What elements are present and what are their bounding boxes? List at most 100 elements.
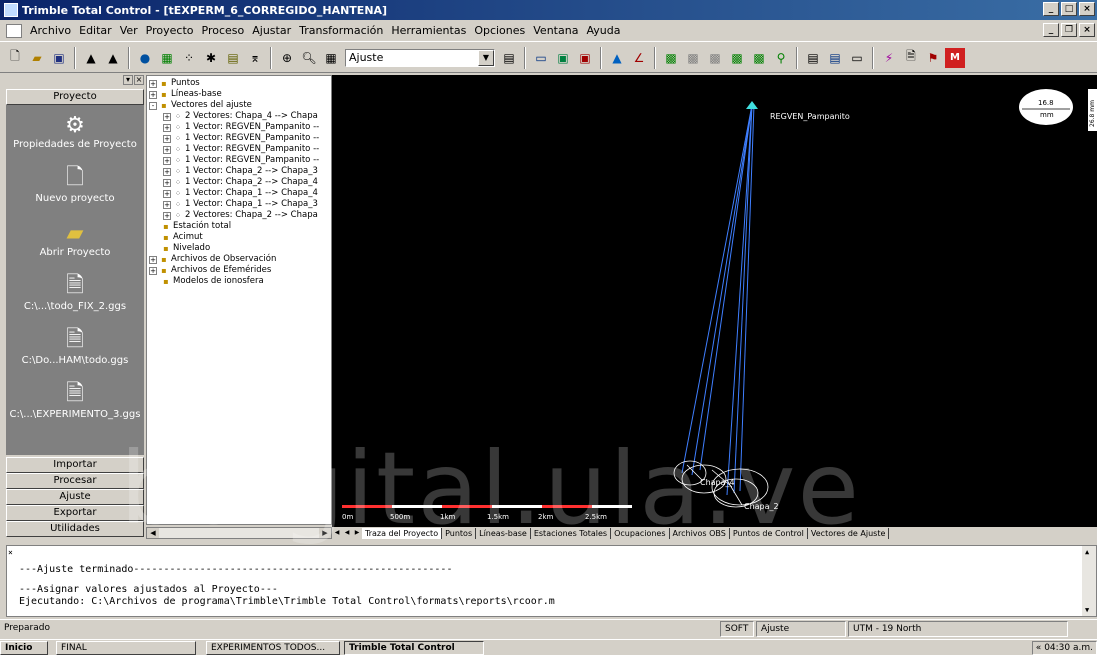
tab-lineas-base[interactable]: Líneas-base (476, 527, 531, 539)
tab-puntos-control[interactable]: Puntos de Control (730, 527, 808, 539)
export-icon[interactable]: ▲ (103, 48, 123, 68)
expand-icon[interactable]: + (163, 145, 171, 154)
open-folder-icon[interactable]: ▰ (27, 48, 47, 68)
m-icon[interactable]: M (945, 47, 965, 68)
doc-close-button[interactable]: × (1079, 23, 1095, 37)
task-final[interactable]: FINAL (56, 641, 196, 655)
expand-icon[interactable]: + (163, 123, 171, 132)
open-project-item[interactable]: ▰ Abrir Proyecto (6, 219, 144, 271)
panel-close-icon[interactable]: × (134, 75, 144, 85)
scroll-right-icon[interactable]: ▶ (319, 528, 331, 538)
zoom-icon[interactable]: 🔍︎ (299, 48, 319, 68)
menu-editar[interactable]: Editar (75, 24, 116, 37)
antenna-icon[interactable]: ⚲ (771, 48, 791, 68)
minimize-button[interactable]: _ (1043, 2, 1059, 16)
network-e-icon[interactable]: ▩ (749, 48, 769, 68)
project-header-button[interactable]: Proyecto (6, 89, 144, 105)
network-b-icon[interactable]: ▩ (683, 48, 703, 68)
zoom-in-icon[interactable]: ⊕ (277, 48, 297, 68)
exportar-button[interactable]: Exportar (6, 505, 144, 521)
tree-item[interactable]: + ⁘ 1 Vector: Chapa_1 --> Chapa_4 (149, 188, 329, 199)
recent-project-3[interactable]: 🗎 C:\...\EXPERIMENTO_3.ggs (6, 381, 144, 433)
print-icon[interactable]: ▤ (803, 48, 823, 68)
doc-minimize-button[interactable]: _ (1043, 23, 1059, 37)
save-icon[interactable]: ▣ (49, 48, 69, 68)
network-a-icon[interactable]: ▩ (661, 48, 681, 68)
start-button[interactable]: Inicio (0, 641, 48, 655)
expand-icon[interactable]: + (149, 79, 157, 88)
doc-restore-button[interactable]: ❐ (1061, 23, 1077, 37)
expand-icon[interactable]: + (163, 200, 171, 209)
menu-ver[interactable]: Ver (116, 24, 142, 37)
recent-project-2[interactable]: 🗎 C:\Do...HAM\todo.ggs (6, 327, 144, 379)
recent-project-1[interactable]: 🗎 C:\...\todo_FIX_2.ggs (6, 273, 144, 325)
menu-herramientas[interactable]: Herramientas (387, 24, 470, 37)
menu-transformacion[interactable]: Transformación (295, 24, 387, 37)
station-icon[interactable]: ▤ (223, 48, 243, 68)
menu-ayuda[interactable]: Ayuda (582, 24, 624, 37)
properties-icon[interactable]: ▤ (499, 48, 519, 68)
new-project-item[interactable]: 🗋 Nuevo proyecto (6, 165, 144, 217)
maximize-button[interactable]: □ (1061, 2, 1077, 16)
star-icon[interactable]: ✱ (201, 48, 221, 68)
tree-item[interactable]: + ▪ Archivos de Observación (149, 254, 329, 265)
expand-icon[interactable]: + (149, 90, 157, 99)
tree-item[interactable]: ▪ Modelos de ionosfera (149, 276, 329, 287)
tree-item[interactable]: + ⁘ 1 Vector: REGVEN_Pampanito -- (149, 144, 329, 155)
close-button[interactable]: × (1079, 2, 1095, 16)
monitor-icon[interactable]: ▭ (847, 48, 867, 68)
task-experimentos[interactable]: EXPERIMENTOS TODOS... (206, 641, 340, 655)
tree-item[interactable]: + ⁘ 2 Vectores: Chapa_2 --> Chapa (149, 210, 329, 221)
tree-item[interactable]: + ⁘ 1 Vector: Chapa_2 --> Chapa_3 (149, 166, 329, 177)
tree-item[interactable]: + ▪ Líneas-base (149, 89, 329, 100)
tree-item[interactable]: ▪ Nivelado (149, 243, 329, 254)
expand-icon[interactable]: + (163, 134, 171, 143)
angle-icon[interactable]: ∠ (629, 48, 649, 68)
menu-ventana[interactable]: Ventana (529, 24, 582, 37)
triangle-icon[interactable]: ▲ (607, 48, 627, 68)
expand-icon[interactable]: + (163, 112, 171, 121)
expand-icon[interactable]: + (163, 178, 171, 187)
expand-icon[interactable]: + (163, 211, 171, 220)
menu-ajustar[interactable]: Ajustar (248, 24, 295, 37)
flag-icon[interactable]: ⚑ (923, 48, 943, 68)
tree-item[interactable]: + ▪ Archivos de Efemérides (149, 265, 329, 276)
tab-vectores-ajuste[interactable]: Vectores de Ajuste (808, 527, 890, 539)
task-trimble[interactable]: Trimble Total Control (344, 641, 484, 655)
tab-archivos-obs[interactable]: Archivos OBS (670, 527, 730, 539)
menu-proyecto[interactable]: Proyecto (142, 24, 198, 37)
tab-puntos[interactable]: Puntos (442, 527, 477, 539)
page-icon[interactable]: 🗎 (901, 48, 921, 68)
tab-next-icon[interactable]: ▶ (352, 528, 362, 538)
layout-combo[interactable]: Ajuste ▼ (345, 48, 495, 67)
expand-icon[interactable]: + (149, 255, 157, 264)
network-d-icon[interactable]: ▩ (727, 48, 747, 68)
tree-item[interactable]: ▪ Acimut (149, 232, 329, 243)
project-properties-item[interactable]: ⚙ Propiedades de Proyecto (6, 111, 144, 163)
tree-item[interactable]: + ▪ Puntos (149, 78, 329, 89)
expand-icon[interactable]: + (163, 156, 171, 165)
procesar-button[interactable]: Procesar (6, 473, 144, 489)
tab-traza[interactable]: Traza del Proyecto (362, 527, 443, 539)
tab-first-icon[interactable]: ◀ (332, 528, 342, 538)
tree-item[interactable]: - ▪ Vectores del ajuste (149, 100, 329, 111)
report-icon[interactable]: ▤ (825, 48, 845, 68)
tab-ocupaciones[interactable]: Ocupaciones (611, 527, 670, 539)
menu-opciones[interactable]: Opciones (470, 24, 529, 37)
collapse-icon[interactable]: - (149, 101, 157, 110)
tree-item[interactable]: ▪ Estación total (149, 221, 329, 232)
menu-archivo[interactable]: Archivo (26, 24, 75, 37)
tree-horizontal-scrollbar[interactable]: ◀ ▶ (146, 527, 332, 539)
expand-icon[interactable]: + (163, 167, 171, 176)
chevron-down-icon[interactable]: ▼ (478, 49, 494, 66)
level-icon[interactable]: ⌆ (245, 48, 265, 68)
window-a-icon[interactable]: ▭ (531, 48, 551, 68)
scroll-left-icon[interactable]: ◀ (147, 528, 159, 538)
expand-icon[interactable]: + (163, 189, 171, 198)
new-file-icon[interactable]: 🗋 (5, 48, 25, 68)
tree-item[interactable]: + ⁘ 1 Vector: REGVEN_Pampanito -- (149, 133, 329, 144)
tree-item[interactable]: + ⁘ 1 Vector: Chapa_1 --> Chapa_3 (149, 199, 329, 210)
tab-estaciones-totales[interactable]: Estaciones Totales (531, 527, 612, 539)
lightning-icon[interactable]: ⚡ (879, 48, 899, 68)
tab-prev-icon[interactable]: ◀ (342, 528, 352, 538)
